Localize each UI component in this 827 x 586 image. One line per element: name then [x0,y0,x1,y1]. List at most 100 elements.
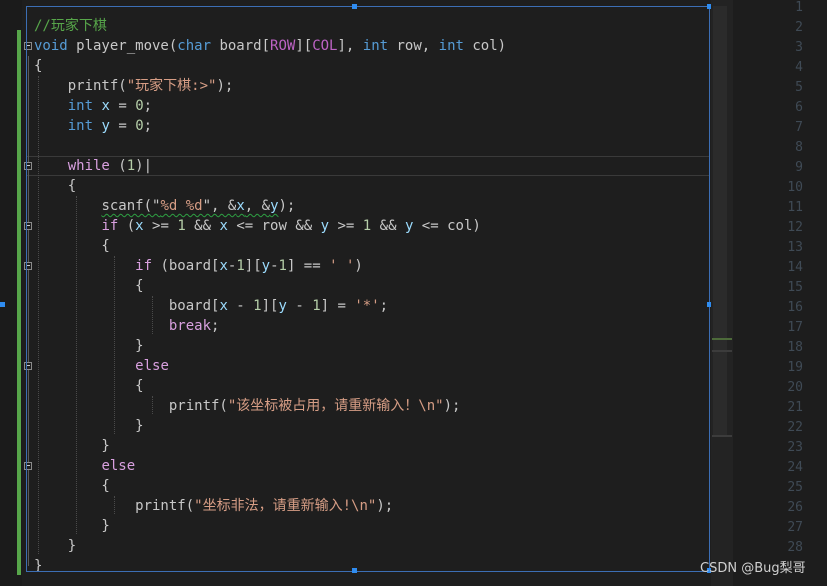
code-line[interactable]: board[x - 1][y - 1] = '*'; [34,296,388,316]
code-line[interactable]: } [34,536,76,556]
code-token: = [109,98,136,114]
fold-toggle-icon[interactable] [24,42,32,50]
code-token: ][ [261,298,279,314]
code-line[interactable]: //玩家下棋 [34,16,107,36]
code-token: } [34,338,144,354]
resize-handle[interactable] [352,4,357,9]
code-token: ' ' [329,258,355,274]
code-line[interactable]: } [34,556,42,576]
code-token: { [34,278,144,294]
scrollbar-thumb[interactable] [713,6,727,436]
code-line[interactable]: printf("玩家下棋:>"); [34,76,234,96]
scroll-marker [712,350,732,352]
fold-toggle-icon[interactable] [24,162,32,170]
code-token: void [34,38,68,54]
code-token: y [101,118,110,134]
code-token: { [34,478,110,494]
line-number: 17 [787,320,803,335]
code-token: y [270,198,279,214]
code-token: >= [143,218,178,234]
code-token: } [34,418,144,434]
code-token: "坐标非法，请重新输入!\n" [194,498,377,514]
code-line[interactable]: if (board[x-1][y-1] == ' ') [34,256,363,276]
line-number: 4 [795,60,803,75]
code-token: x [101,98,110,114]
code-token: board[ [211,38,271,54]
line-number-pane: 1 2 3 4 5 6 7 8 9 10 11 12 13 14 15 16 17 18 19 20 21 22 23 24 2… [733,0,827,586]
code-token: 1 [126,158,136,174]
fold-toggle-icon[interactable] [24,462,32,470]
code-line[interactable]: { [34,476,110,496]
code-token: while [67,158,110,174]
code-token: 1 [312,298,321,314]
code-token: '*' [354,298,380,314]
code-line[interactable]: while (1)| [34,156,152,176]
code-token: } [34,438,110,454]
code-line[interactable]: } [34,416,144,436]
line-number: 21 [787,400,803,415]
code-token: ; [211,318,220,334]
line-number: 7 [795,120,803,135]
code-line[interactable]: } [34,436,110,456]
line-number: 27 [787,520,803,535]
code-token: char [177,38,212,54]
line-number: 11 [787,200,803,215]
code-line[interactable]: { [34,276,144,296]
code-token: { [34,378,144,394]
code-token: <= row && [227,218,321,234]
code-line[interactable]: } [34,516,109,536]
code-line[interactable]: printf("该坐标被占用，请重新输入！\n"); [34,396,461,416]
code-line[interactable]: { [34,56,42,76]
line-number: 22 [787,420,803,435]
code-token: x [219,218,228,234]
line-number: 9 [795,160,803,175]
code-token: "该坐标被占用，请重新输入！\n" [227,398,444,414]
code-line[interactable]: } [34,336,144,356]
code-token: } [34,538,77,554]
code-token: board[ [34,298,220,314]
code-line[interactable]: scanf("%d %d", &x, &y); [34,196,295,216]
line-number: 1 [795,0,803,15]
fold-toggle-icon[interactable] [24,362,32,370]
fold-toggle-icon[interactable] [24,222,32,230]
code-line[interactable]: else [34,456,135,476]
code-line[interactable]: printf("坐标非法，请重新输入!\n"); [34,496,393,516]
line-number: 14 [787,260,803,275]
code-token: if [101,218,119,234]
code-token: 1 [253,298,262,314]
code-token: = [109,118,136,134]
fold-toggle-icon[interactable] [24,262,32,270]
code-line[interactable]: else [34,356,169,376]
code-token: int [67,98,94,114]
line-number: 20 [787,380,803,395]
code-line[interactable]: int x = 0; [34,96,152,116]
code-token: - [286,298,313,314]
resize-handle[interactable] [352,568,357,573]
code-token: x [219,258,228,274]
code-token: { [34,178,77,194]
code-line[interactable]: void player_move(char board[ROW][COL], i… [34,36,506,56]
code-token: row, [388,38,439,54]
code-line[interactable]: break; [34,316,220,336]
code-token: x [236,198,245,214]
code-token: ] == [286,258,330,274]
code-line[interactable]: { [34,376,144,396]
code-token: ); [443,398,461,414]
code-token: - [227,298,254,314]
line-number: 23 [787,440,803,455]
code-token: 1 [236,258,245,274]
code-token: //玩家下棋 [34,18,107,34]
code-editor[interactable]: //玩家下棋 void player_move(char board[ROW][C… [0,0,827,586]
code-line[interactable]: if (x >= 1 && x <= row && y >= 1 && y <=… [34,216,480,236]
code-token: ", & [202,198,237,214]
code-line[interactable]: { [34,176,76,196]
resize-handle[interactable] [0,302,5,307]
code-line[interactable]: { [34,236,109,256]
line-number: 25 [787,480,803,495]
code-line[interactable]: int y = 0; [34,116,152,136]
